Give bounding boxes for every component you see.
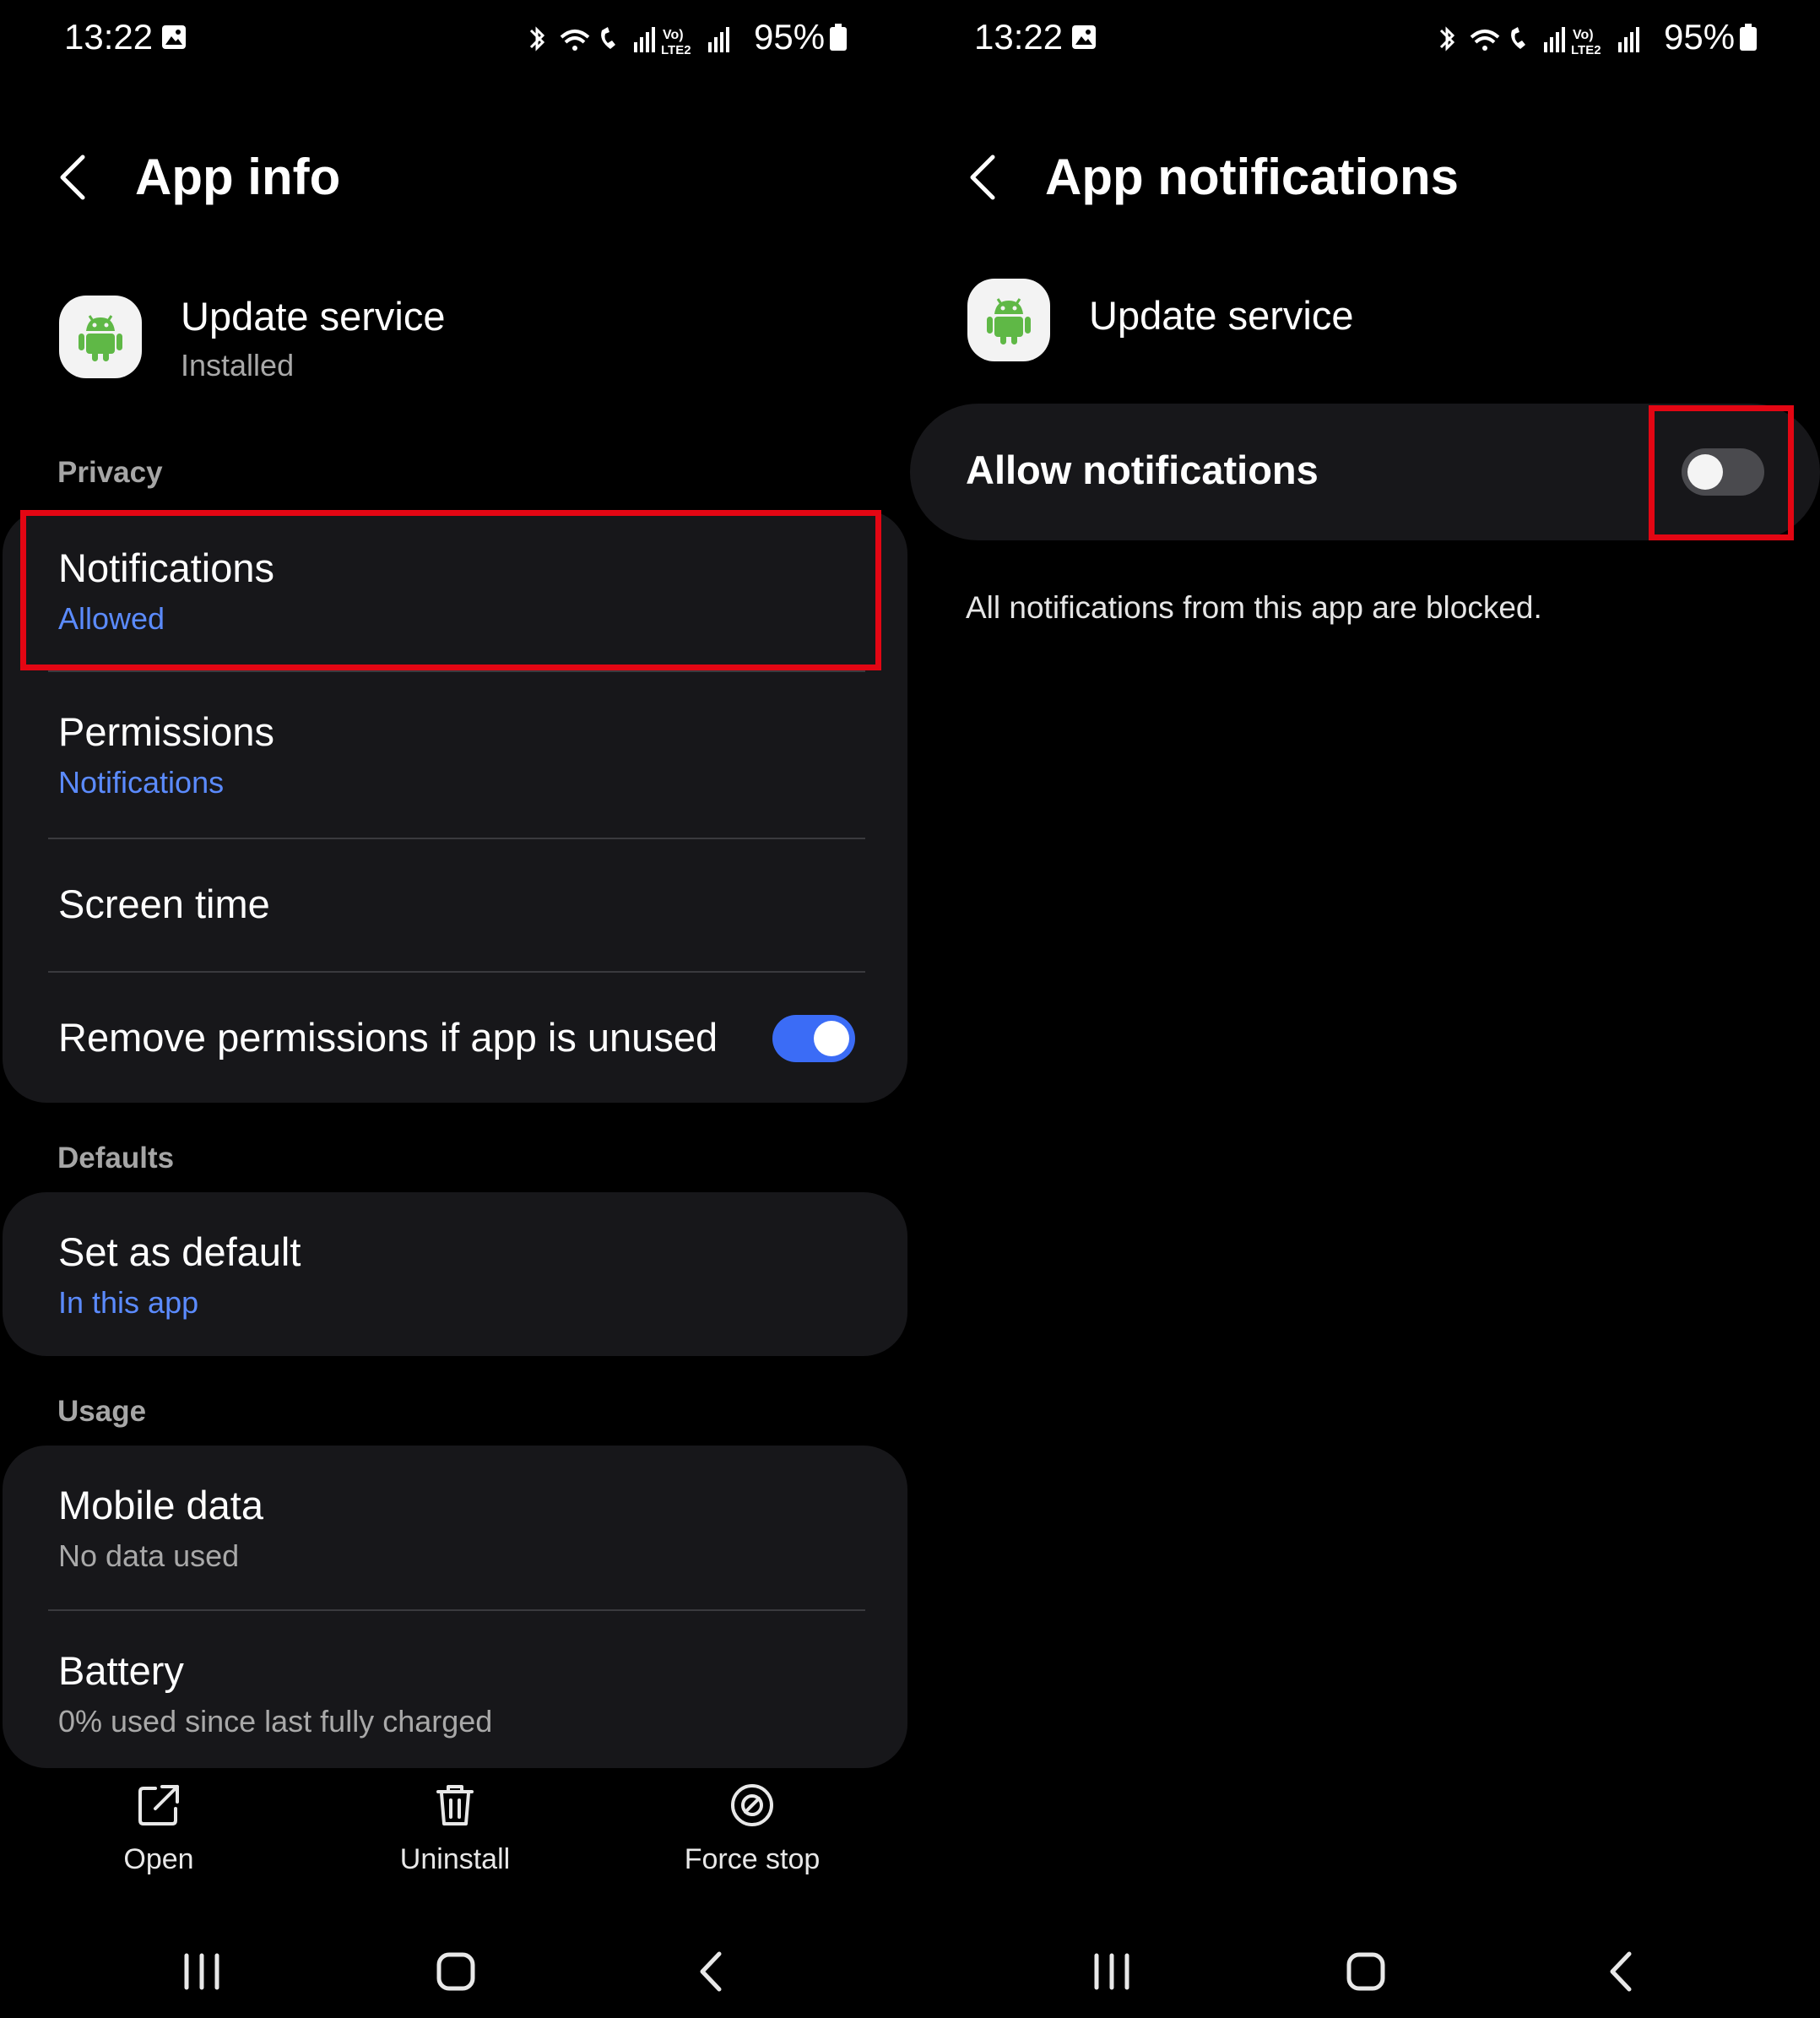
android-app-icon xyxy=(59,296,142,378)
recents-icon[interactable] xyxy=(1078,1942,1146,2001)
app-name: Update service xyxy=(1089,293,1354,338)
app-info-screen: 13:22 Vo) LTE2 95% App info Update servi… xyxy=(0,0,910,2018)
svg-text:LTE2: LTE2 xyxy=(1571,43,1601,56)
svg-text:Vo): Vo) xyxy=(663,28,684,42)
remove-permissions-title: Remove permissions if app is unused xyxy=(58,1015,718,1060)
status-time: 13:22 xyxy=(64,17,154,57)
section-defaults: Defaults xyxy=(57,1142,175,1174)
permissions-title: Permissions xyxy=(58,709,274,754)
page-title: App notifications xyxy=(1045,149,1459,205)
section-usage: Usage xyxy=(57,1395,147,1428)
open-external-icon xyxy=(138,1785,179,1825)
trash-icon xyxy=(436,1785,474,1825)
set-as-default-item[interactable]: Set as default In this app xyxy=(3,1192,907,1356)
app-install-status: Installed xyxy=(181,348,295,382)
back-arrow-icon[interactable] xyxy=(964,152,1005,203)
status-bar: 13:22 Vo) LTE2 95% xyxy=(0,15,910,59)
force-stop-label: Force stop xyxy=(684,1843,821,1875)
home-icon[interactable] xyxy=(422,1942,490,2001)
gallery-notification-icon xyxy=(162,25,186,49)
app-notifications-screen: 13:22 Vo) LTE2 95% App notifications Upd… xyxy=(910,0,1820,2018)
gallery-notification-icon xyxy=(1072,25,1096,49)
screen-time-item[interactable]: Screen time xyxy=(3,839,907,971)
permissions-summary: Notifications xyxy=(58,765,225,800)
blocked-message: All notifications from this app are bloc… xyxy=(966,590,1542,625)
uninstall-label: Uninstall xyxy=(399,1843,511,1875)
usage-card: Mobile data No data used Battery 0% used… xyxy=(3,1446,907,1768)
defaults-card: Set as default In this app xyxy=(3,1192,907,1356)
battery-title: Battery xyxy=(58,1648,184,1693)
battery-icon xyxy=(1740,24,1757,51)
back-nav-icon[interactable] xyxy=(1589,1942,1656,2001)
app-bar: App info xyxy=(0,135,910,220)
svg-text:Vo): Vo) xyxy=(1573,28,1594,42)
section-privacy: Privacy xyxy=(57,456,163,489)
stop-icon xyxy=(731,1784,773,1826)
mobile-data-summary: No data used xyxy=(58,1538,240,1573)
set-as-default-summary: In this app xyxy=(58,1285,199,1320)
page-title: App info xyxy=(135,149,341,205)
battery-icon xyxy=(830,24,847,51)
screen-time-title: Screen time xyxy=(58,882,270,926)
mobile-data-item[interactable]: Mobile data No data used xyxy=(3,1446,907,1608)
android-app-icon xyxy=(967,279,1050,361)
svg-text:LTE2: LTE2 xyxy=(661,43,691,56)
highlight-box xyxy=(1649,405,1794,540)
uninstall-button[interactable]: Uninstall xyxy=(354,1782,556,1891)
battery-percent: 95% xyxy=(754,17,826,57)
status-time: 13:22 xyxy=(974,17,1064,57)
recents-icon[interactable] xyxy=(168,1942,236,2001)
force-stop-button[interactable]: Force stop xyxy=(651,1782,853,1891)
battery-percent: 95% xyxy=(1664,17,1736,57)
permissions-item[interactable]: Permissions Notifications xyxy=(3,672,907,833)
remove-permissions-toggle[interactable] xyxy=(772,1015,855,1062)
open-label: Open xyxy=(123,1843,194,1875)
battery-item[interactable]: Battery 0% used since last fully charged xyxy=(3,1611,907,1768)
highlight-box xyxy=(20,510,881,670)
remove-permissions-item[interactable]: Remove permissions if app is unused xyxy=(3,973,907,1103)
open-button[interactable]: Open xyxy=(57,1782,260,1891)
app-bar: App notifications xyxy=(910,135,1820,220)
home-icon[interactable] xyxy=(1332,1942,1400,2001)
toggle-knob xyxy=(814,1021,849,1056)
status-bar: 13:22 Vo) LTE2 95% xyxy=(910,15,1820,59)
mobile-data-title: Mobile data xyxy=(58,1483,263,1527)
battery-summary: 0% used since last fully charged xyxy=(58,1704,493,1739)
set-as-default-title: Set as default xyxy=(58,1229,301,1274)
back-nav-icon[interactable] xyxy=(679,1942,746,2001)
back-arrow-icon[interactable] xyxy=(54,152,95,203)
app-name: Update service xyxy=(181,294,446,339)
allow-notifications-label: Allow notifications xyxy=(966,448,1319,492)
